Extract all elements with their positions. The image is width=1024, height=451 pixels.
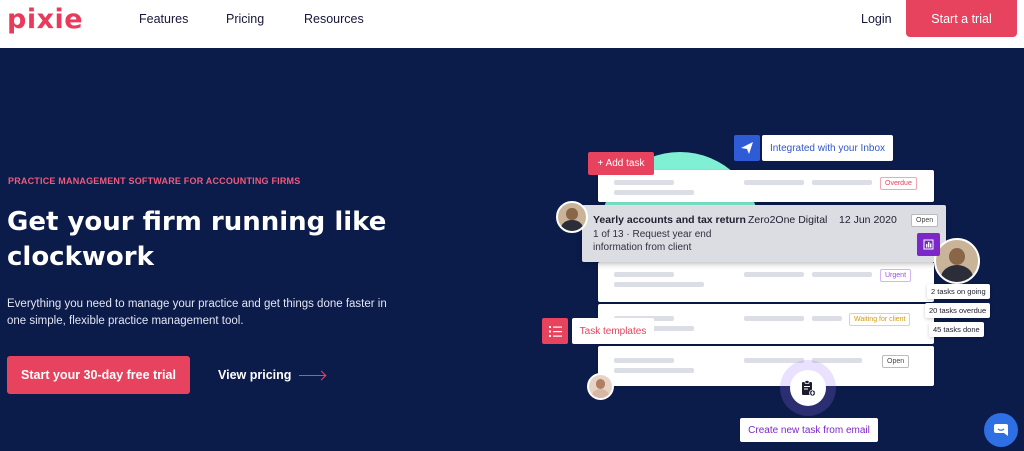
status-badge-open: Open (882, 355, 910, 368)
stat-ongoing: 2 tasks on going (927, 284, 990, 299)
task-date: 12 Jun 2020 (839, 214, 897, 226)
task-status-badge: Open (911, 214, 939, 227)
nav-pricing[interactable]: Pricing (226, 12, 264, 26)
top-navigation: pixie Features Pricing Resources Login S… (0, 0, 1024, 48)
start-trial-button[interactable]: Start a trial (906, 0, 1017, 37)
task-progress: 1 of 13 · Request year end information f… (593, 229, 712, 253)
hero-eyebrow: PRACTICE MANAGEMENT SOFTWARE FOR ACCOUNT… (8, 176, 301, 186)
avatar (934, 238, 980, 284)
placeholder-line (614, 368, 694, 373)
placeholder-line (744, 272, 804, 277)
placeholder-line (812, 180, 872, 185)
active-task-row: Yearly accounts and tax return Zero2One … (582, 205, 946, 262)
inbox-integration-label: Integrated with your Inbox (762, 135, 893, 161)
view-pricing-label: View pricing (218, 368, 292, 382)
nav-features[interactable]: Features (139, 12, 188, 26)
avatar (587, 373, 614, 400)
placeholder-line (812, 316, 842, 321)
placeholder-line (744, 316, 804, 321)
send-icon (734, 135, 760, 161)
add-task-button: + Add task (588, 152, 654, 175)
avatar-body (591, 388, 610, 398)
avatar-face (595, 379, 606, 389)
hero-headline: Get your firm running like clockwork (7, 207, 387, 272)
nav-resources[interactable]: Resources (304, 12, 364, 26)
view-pricing-link[interactable]: View pricing (218, 368, 326, 382)
placeholder-line (614, 190, 694, 195)
avatar-body (941, 265, 973, 282)
task-templates-label: Task templates (572, 318, 654, 344)
status-badge-overdue: Overdue (880, 177, 917, 190)
list-icon (542, 318, 568, 344)
create-task-from-email-label: Create new task from email (740, 418, 878, 442)
stat-done: 45 tasks done (929, 322, 984, 337)
login-link[interactable]: Login (861, 12, 892, 26)
chat-icon[interactable] (984, 413, 1018, 447)
placeholder-line (812, 272, 872, 277)
placeholder-line (614, 272, 674, 277)
hero-subtext: Everything you need to manage your pract… (7, 298, 387, 327)
stat-overdue: 20 tasks overdue (925, 303, 991, 318)
task-client: Zero2One Digital (748, 214, 828, 226)
avatar (556, 201, 588, 233)
clipboard-add-icon (790, 370, 826, 406)
chart-icon (917, 233, 940, 256)
task-row: Urgent (598, 262, 934, 302)
task-row: Open (598, 346, 934, 386)
placeholder-line (614, 358, 674, 363)
task-title: Yearly accounts and tax return (593, 214, 746, 226)
placeholder-line (614, 282, 704, 287)
avatar-face (566, 208, 578, 220)
avatar-body (561, 219, 583, 231)
placeholder-line (614, 180, 674, 185)
pixie-logo[interactable]: pixie (7, 4, 83, 35)
arrow-right-icon (299, 374, 326, 376)
free-trial-button[interactable]: Start your 30-day free trial (7, 356, 190, 394)
avatar-face (948, 247, 966, 266)
status-badge-urgent: Urgent (880, 269, 912, 282)
status-badge-waiting: Waiting for client (849, 313, 911, 326)
placeholder-line (744, 180, 804, 185)
